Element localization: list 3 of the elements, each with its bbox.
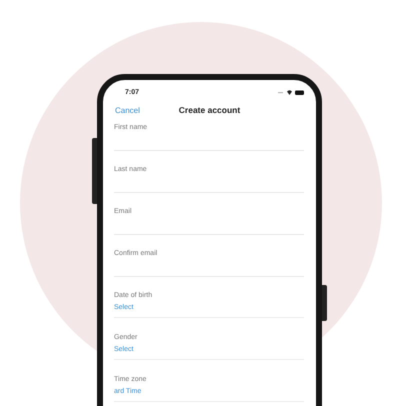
screen-title: Create account xyxy=(178,105,240,115)
status-icons xyxy=(278,88,304,96)
cancel-link[interactable]: Cancel xyxy=(115,106,140,114)
